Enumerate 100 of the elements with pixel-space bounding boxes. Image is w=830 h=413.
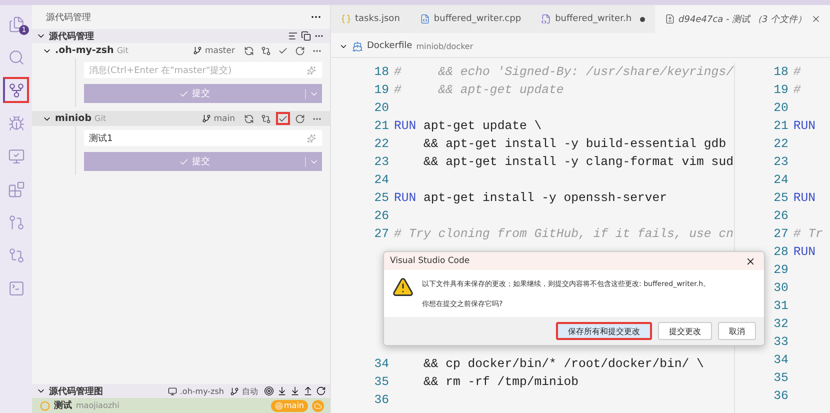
target-icon xyxy=(264,386,274,396)
target-icon xyxy=(275,402,283,410)
line-number: 20 xyxy=(373,101,390,115)
activity-item[interactable] xyxy=(3,77,29,103)
branch-picker[interactable]: 自动 xyxy=(242,386,258,396)
line-number: 27 xyxy=(373,227,390,241)
editor-tab[interactable]: d94e47ca - 测试 （3 个文件） xyxy=(654,5,830,33)
run-debug-icon xyxy=(8,114,24,132)
line-number: 25 xyxy=(772,191,790,205)
diff-icon xyxy=(664,14,675,24)
commit-row[interactable]: 测试 maojiaozhi main xyxy=(32,398,330,413)
branch-label[interactable]: main xyxy=(214,114,235,124)
code-line: && cp docker/bin/* /root/docker/bin/ \ xyxy=(422,357,704,371)
line-number: 30 xyxy=(772,281,790,295)
line-number: 21 xyxy=(373,119,390,133)
code-comment: # Try cloning from GitHub, if it fails, use cn xyxy=(394,227,734,241)
line-number: 28 xyxy=(772,245,790,259)
push-icon xyxy=(303,386,313,396)
code-line: RUN apt-get update \ xyxy=(394,119,542,133)
list-icon xyxy=(288,31,298,41)
dialog-title: Visual Studio Code xyxy=(390,256,470,266)
sync-icon[interactable] xyxy=(242,44,256,57)
code-line: && apt-get install -y build-essential gdb xyxy=(422,137,726,151)
line-number: 23 xyxy=(772,155,790,169)
close-icon xyxy=(745,256,756,266)
branch-icon xyxy=(193,46,202,55)
commit-message: 测试 xyxy=(54,399,72,412)
dialog-button[interactable]: 提交更改 xyxy=(658,322,712,340)
code-line: && rm -rf /tmp/miniob xyxy=(422,375,578,389)
line-number: 26 xyxy=(373,209,390,223)
line-number: 18 xyxy=(373,65,390,79)
code-line: RUN xyxy=(793,119,816,133)
line-number: 25 xyxy=(373,191,390,205)
code-comment: # && echo 'Signed-By: /usr/share/keyrings/ xyxy=(394,65,734,79)
commit-author: maojiaozhi xyxy=(76,401,120,410)
repo-row[interactable]: miniob Git main xyxy=(32,111,330,126)
commit-dot-icon xyxy=(40,400,50,410)
line-number: 32 xyxy=(772,317,790,331)
search-icon xyxy=(8,48,24,66)
refresh-icon xyxy=(316,386,326,396)
braces-icon xyxy=(341,14,351,24)
line-number: 18 xyxy=(772,65,790,79)
panel-title: 源代码管理 xyxy=(46,12,91,24)
branch-icon xyxy=(230,386,239,396)
line-number: 22 xyxy=(772,137,790,151)
sparkle-icon xyxy=(307,134,316,142)
branch-icon xyxy=(202,114,211,123)
fetch-icon xyxy=(277,386,287,396)
repo-row[interactable]: .oh-my-zsh Git master xyxy=(32,43,330,58)
remote-icon xyxy=(8,148,24,164)
line-number: 31 xyxy=(772,299,790,313)
repo-picker[interactable]: .oh-my-zsh xyxy=(180,386,224,396)
repo-provider: Git xyxy=(94,114,106,123)
line-number: 20 xyxy=(772,101,790,115)
line-number: 24 xyxy=(373,173,390,187)
collapse-icon xyxy=(301,31,311,41)
code-line: && apt-get install -y clang-format vim sud xyxy=(422,155,734,169)
section-title: 源代码管理图 xyxy=(49,386,103,398)
pull-icon xyxy=(290,386,300,396)
branch-label[interactable]: master xyxy=(205,46,235,56)
sparkle-icon xyxy=(307,66,316,74)
line-number: 36 xyxy=(772,389,790,403)
line-number: 36 xyxy=(373,393,390,407)
line-number: 34 xyxy=(772,353,790,367)
message-field[interactable]: 测试1 xyxy=(84,130,322,146)
breadcrumb-file[interactable]: Dockerfile xyxy=(367,41,412,51)
monitor-icon xyxy=(168,386,177,396)
code-comment: # xyxy=(793,65,801,79)
repo-provider: Git xyxy=(116,46,128,55)
code-file-icon xyxy=(420,14,430,24)
warning-icon xyxy=(392,276,414,298)
extensions-icon xyxy=(8,180,24,198)
check-icon[interactable] xyxy=(276,112,290,125)
line-number: 21 xyxy=(772,119,790,133)
line-number: 35 xyxy=(373,375,390,389)
repo-name: miniob xyxy=(55,113,92,124)
line-number: 33 xyxy=(772,335,790,349)
refresh-icon[interactable] xyxy=(293,44,307,57)
code-line: RUN apt-get install -y openssh-server xyxy=(394,191,668,205)
dialog-button[interactable]: 保存所有和提交更改 xyxy=(556,322,652,340)
section-title: 源代码管理 xyxy=(49,30,94,42)
branch-badge: main xyxy=(271,400,308,412)
repo-name: .oh-my-zsh xyxy=(55,45,114,56)
line-number: 29 xyxy=(772,263,790,277)
files-icon xyxy=(8,16,24,32)
code-comment: # xyxy=(793,83,801,97)
sync-icon[interactable] xyxy=(242,112,256,125)
close-icon xyxy=(810,14,821,24)
line-number: 26 xyxy=(772,209,790,223)
line-number: 27 xyxy=(772,227,790,241)
line-number: 35 xyxy=(772,371,790,385)
refresh-icon[interactable] xyxy=(293,112,307,125)
line-number: 19 xyxy=(373,83,390,97)
line-number: 22 xyxy=(373,137,390,151)
code-line: RUN xyxy=(793,191,816,205)
modified-dot xyxy=(640,16,645,22)
code-comment: # && apt-get update xyxy=(394,83,564,97)
dialog-button[interactable]: 取消 xyxy=(718,322,756,340)
line-number: 23 xyxy=(373,155,390,169)
line-number: 34 xyxy=(373,357,390,371)
